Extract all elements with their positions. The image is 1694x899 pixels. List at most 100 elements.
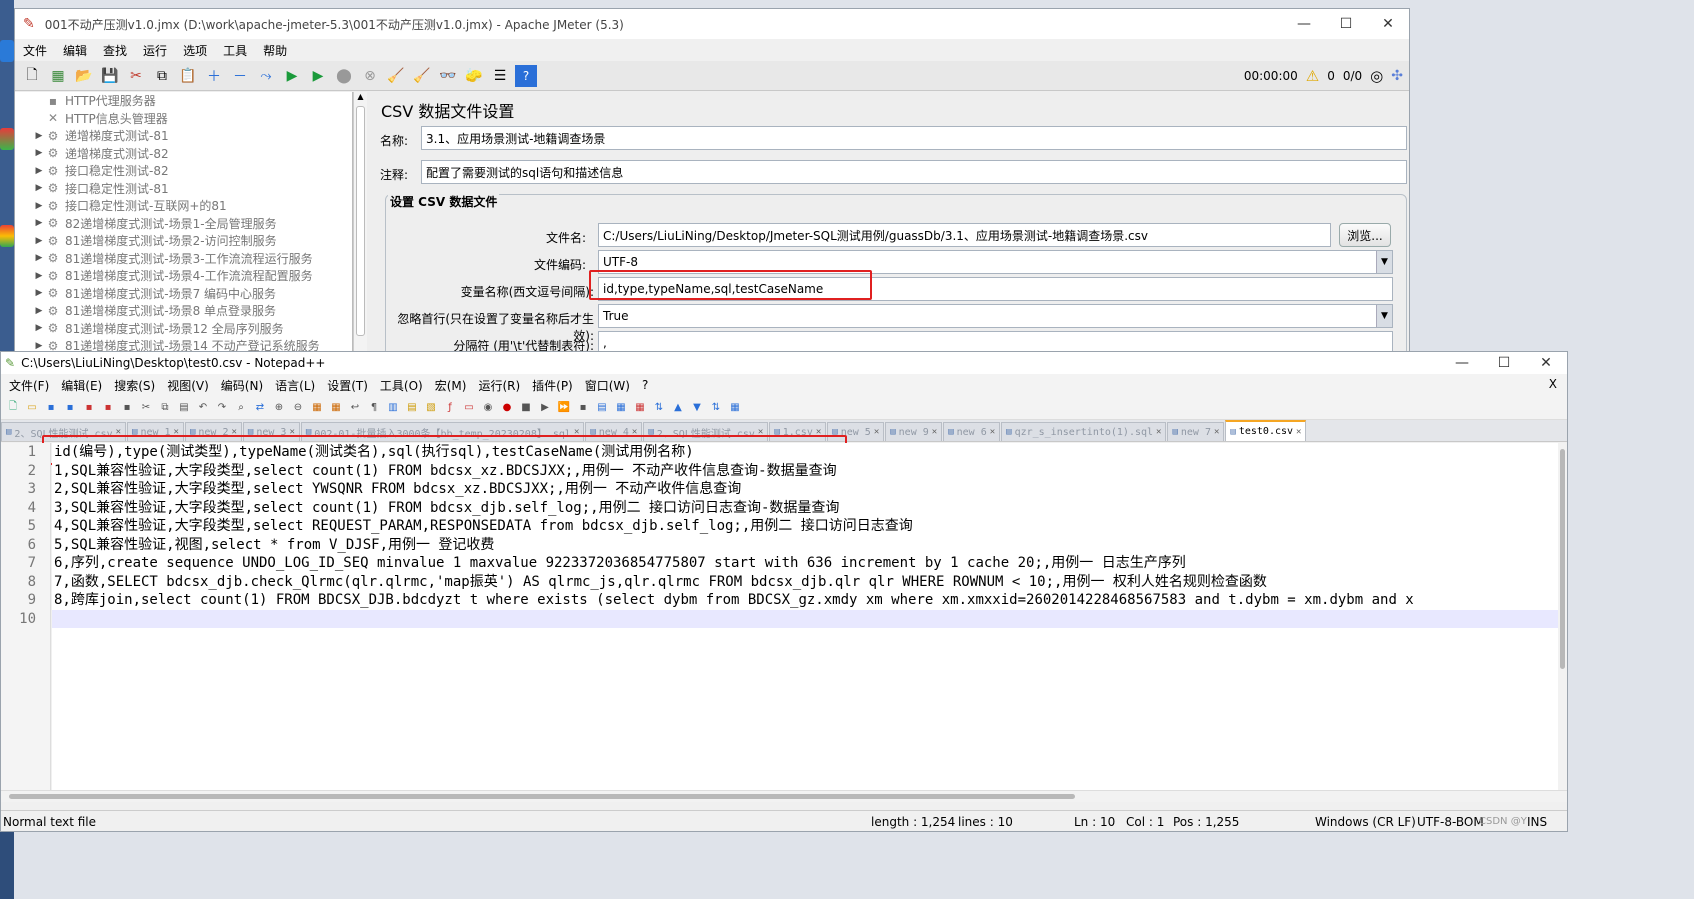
expand-arrow-icon[interactable]: ▶ bbox=[33, 341, 45, 351]
menu-tools[interactable]: 工具 bbox=[215, 42, 255, 59]
chevron-down-icon[interactable]: ▼ bbox=[1376, 305, 1392, 327]
menu-encoding[interactable]: 编码(N) bbox=[215, 377, 269, 394]
stop-icon[interactable]: ⬤ bbox=[333, 65, 355, 87]
filename-field[interactable]: C:/Users/LiuLiNing/Desktop/Jmeter-SQL测试用… bbox=[598, 223, 1331, 247]
menu-view[interactable]: 视图(V) bbox=[161, 377, 215, 394]
copy-icon[interactable]: ⧉ bbox=[151, 65, 173, 87]
code-line[interactable]: 1,SQL兼容性验证,大字段类型,select count(1) FROM bd… bbox=[52, 462, 1558, 481]
file-encoding[interactable]: UTF-8-BOM bbox=[1417, 815, 1484, 829]
eol-format[interactable]: Windows (CR LF) bbox=[1315, 815, 1416, 829]
close-tab-icon[interactable]: ✕ bbox=[990, 427, 995, 437]
stop-record-icon[interactable]: ■ bbox=[518, 400, 534, 416]
menu-run[interactable]: 运行(R) bbox=[472, 377, 526, 394]
save-macro-icon[interactable]: ▪ bbox=[575, 400, 591, 416]
code-line[interactable]: 4,SQL兼容性验证,大字段类型,select REQUEST_PARAM,RE… bbox=[52, 517, 1558, 536]
clear-icon[interactable]: 🧹 bbox=[385, 65, 407, 87]
close-tab-icon[interactable]: ✕ bbox=[1214, 427, 1219, 437]
tree-node[interactable]: ▶ ⚙ 接口稳定性测试-82 bbox=[15, 162, 352, 180]
tree-node[interactable]: ▶ ⚙ 接口稳定性测试-81 bbox=[15, 180, 352, 198]
reset-search-icon[interactable]: 🧽 bbox=[463, 65, 485, 87]
tree-scrollbar[interactable]: ▲ bbox=[353, 92, 367, 379]
expand-arrow-icon[interactable]: ▶ bbox=[33, 166, 45, 176]
close-tab-icon[interactable]: ✕ bbox=[932, 427, 937, 437]
tree-node[interactable]: ▶ ⚙ 递增梯度式测试-82 bbox=[15, 145, 352, 163]
cut-icon[interactable]: ✂ bbox=[125, 65, 147, 87]
expand-arrow-icon[interactable]: ▶ bbox=[33, 201, 45, 211]
close-button[interactable]: ✕ bbox=[1367, 9, 1409, 39]
wrap-icon[interactable]: ↩ bbox=[347, 400, 363, 416]
expand-arrow-icon[interactable]: ▶ bbox=[33, 183, 45, 193]
expand-arrow-icon[interactable]: ▶ bbox=[33, 306, 45, 316]
expand-arrow-icon[interactable]: ▶ bbox=[33, 148, 45, 158]
undo-icon[interactable]: ↶ bbox=[195, 400, 211, 416]
search-binoculars-icon[interactable]: 👓 bbox=[437, 65, 459, 87]
close-button[interactable]: ✕ bbox=[1525, 352, 1567, 374]
replace-icon[interactable]: ⇄ bbox=[252, 400, 268, 416]
func-list-icon[interactable]: ƒ bbox=[442, 400, 458, 416]
menu-file[interactable]: 文件(F) bbox=[3, 377, 55, 394]
monitor-icon[interactable]: ◉ bbox=[480, 400, 496, 416]
menu-settings[interactable]: 设置(T) bbox=[321, 377, 374, 394]
expand-arrow-icon[interactable]: ▶ bbox=[33, 236, 45, 246]
log-viewer-icon[interactable]: ✣ bbox=[1391, 68, 1403, 84]
tree-node[interactable]: ▶ ⚙ 82递增梯度式测试-场景1-全局管理服务 bbox=[15, 215, 352, 233]
sync-v-icon[interactable]: ▦ bbox=[309, 400, 325, 416]
find-icon[interactable]: ⌕ bbox=[233, 400, 249, 416]
open-icon[interactable]: ▭ bbox=[24, 400, 40, 416]
file-tab[interactable]: ▤ qzr_s_insertinto(1).sql ✕ bbox=[1001, 422, 1167, 441]
udl-icon[interactable]: ▤ bbox=[404, 400, 420, 416]
plugin6-icon[interactable]: ▦ bbox=[727, 400, 743, 416]
plugin2-icon[interactable]: ▦ bbox=[613, 400, 629, 416]
start-icon[interactable]: ▶ bbox=[281, 65, 303, 87]
save-all-icon[interactable]: ▪ bbox=[62, 400, 78, 416]
name-field[interactable]: 3.1、应用场景测试-地籍调查场景 bbox=[421, 126, 1407, 150]
menu-language[interactable]: 语言(L) bbox=[269, 377, 321, 394]
open-icon[interactable]: 📂 bbox=[73, 65, 95, 87]
save-icon[interactable]: 💾 bbox=[99, 65, 121, 87]
menu-file[interactable]: 文件 bbox=[15, 42, 55, 59]
expand-arrow-icon[interactable]: ▶ bbox=[33, 131, 45, 141]
expand-arrow-icon[interactable]: ▶ bbox=[33, 323, 45, 333]
plugin5-icon[interactable]: ⇅ bbox=[708, 400, 724, 416]
file-tab[interactable]: ▤ new 7 ✕ bbox=[1167, 422, 1225, 441]
plugin3-icon[interactable]: ▦ bbox=[632, 400, 648, 416]
indent-guide-icon[interactable]: ▥ bbox=[385, 400, 401, 416]
test-plan-tree[interactable]: ▪ HTTP代理服务器 ✕ HTTP信息头管理器 ▶ ⚙ 递增梯度式测试-81 ▶ ⚙ 递增梯度式… bbox=[15, 92, 353, 379]
code-line[interactable]: 7,函数,SELECT bdcsx_djb.check_Qlrmc(qlr.ql… bbox=[52, 573, 1558, 592]
code-line[interactable]: 8,跨库join,select count(1) FROM BDCSX_DJB.… bbox=[52, 591, 1558, 610]
file-tab[interactable]: ▤ new 6 ✕ bbox=[943, 422, 1001, 441]
close-icon[interactable]: ▪ bbox=[81, 400, 97, 416]
cut-icon[interactable]: ✂ bbox=[138, 400, 154, 416]
toggle-icon[interactable]: ⤳ bbox=[255, 65, 277, 87]
record-icon[interactable]: ● bbox=[499, 400, 515, 416]
minimize-button[interactable]: — bbox=[1441, 352, 1483, 374]
collapse-icon[interactable]: － bbox=[229, 65, 251, 87]
menu-run[interactable]: 运行 bbox=[135, 42, 175, 59]
templates-icon[interactable]: ▦ bbox=[47, 65, 69, 87]
expand-arrow-icon[interactable]: ▶ bbox=[33, 253, 45, 263]
menu-help[interactable]: ? bbox=[636, 378, 654, 392]
print-icon[interactable]: ▪ bbox=[119, 400, 135, 416]
tree-node[interactable]: ▶ ⚙ 接口稳定性测试-互联网+的81 bbox=[15, 197, 352, 215]
expand-arrow-icon[interactable]: ▶ bbox=[33, 288, 45, 298]
plugin4-icon[interactable]: ⇅ bbox=[651, 400, 667, 416]
ignore-first-line-select[interactable]: True ▼ bbox=[598, 304, 1393, 328]
menu-tools[interactable]: 工具(O) bbox=[374, 377, 429, 394]
code-line[interactable]: 3,SQL兼容性验证,大字段类型,select count(1) FROM bd… bbox=[52, 499, 1558, 518]
new-icon[interactable]: 🗋 bbox=[21, 65, 43, 87]
save-icon[interactable]: ▪ bbox=[43, 400, 59, 416]
desktop-app-icon[interactable] bbox=[0, 40, 14, 62]
paste-icon[interactable]: 📋 bbox=[177, 65, 199, 87]
code-line[interactable]: 5,SQL兼容性验证,视图,select * from V_DJSF,用例一 登… bbox=[52, 536, 1558, 555]
close-tab-icon[interactable]: ✕ bbox=[1156, 427, 1161, 437]
copy-icon[interactable]: ⧉ bbox=[157, 400, 173, 416]
tree-node[interactable]: ▶ ⚙ 81递增梯度式测试-场景8 单点登录服务 bbox=[15, 302, 352, 320]
menu-search[interactable]: 查找 bbox=[95, 42, 135, 59]
tree-node[interactable]: ▶ ⚙ 81递增梯度式测试-场景7 编码中心服务 bbox=[15, 285, 352, 303]
function-helper-icon[interactable]: ☰ bbox=[489, 65, 511, 87]
menu-macro[interactable]: 宏(M) bbox=[429, 377, 473, 394]
tree-node[interactable]: ▶ ⚙ 81递增梯度式测试-场景2-访问控制服务 bbox=[15, 232, 352, 250]
warning-icon[interactable]: ⚠ bbox=[1306, 67, 1319, 85]
paste-icon[interactable]: ▤ bbox=[176, 400, 192, 416]
expand-icon[interactable]: ＋ bbox=[203, 65, 225, 87]
